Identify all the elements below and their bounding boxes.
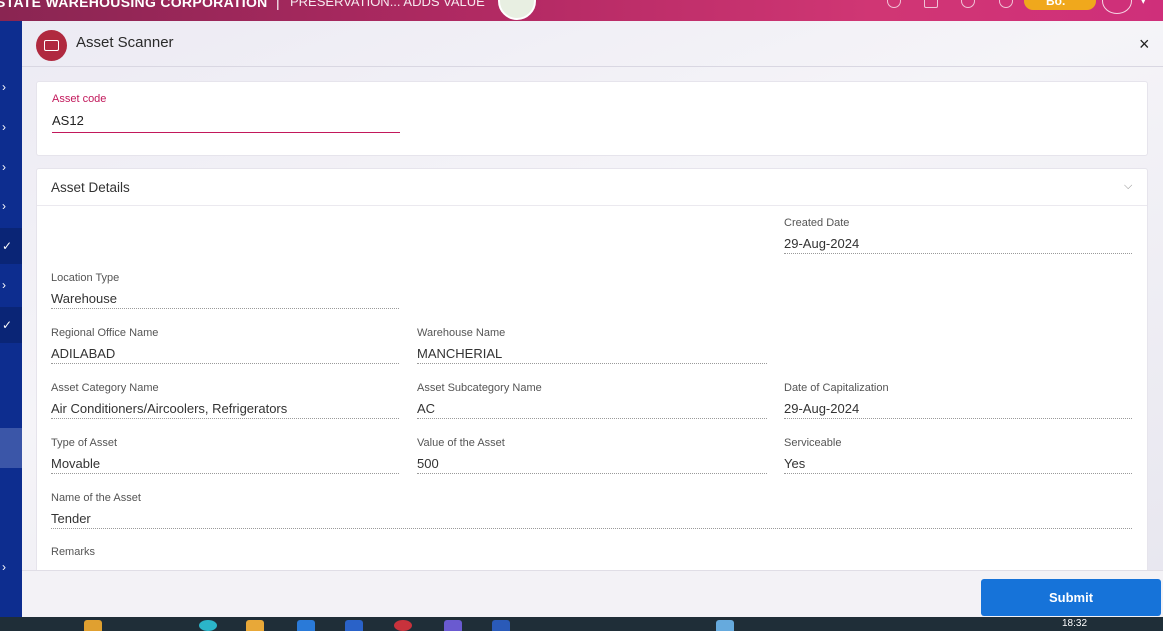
field-label: Asset Category Name: [51, 382, 159, 394]
sidebar-item-1[interactable]: ›: [0, 69, 22, 105]
asset-code-label: Asset code: [52, 93, 107, 105]
store-icon[interactable]: [345, 620, 363, 631]
briefcase-app-icon[interactable]: [84, 620, 102, 631]
chevron-right-icon: ›: [2, 278, 6, 292]
field-created-date: Created Date 29-Aug-2024: [784, 217, 1132, 254]
sidebar-item-3[interactable]: ›: [0, 149, 22, 185]
field-label: Type of Asset: [51, 437, 118, 449]
field-label: Date of Capitalization: [784, 382, 889, 394]
sidebar-item-5[interactable]: ✓: [0, 228, 22, 264]
sidebar-item-7[interactable]: ✓: [0, 307, 22, 343]
field-name-of-asset: Name of the Asset Tender: [51, 492, 1132, 529]
submit-button[interactable]: Submit: [981, 579, 1161, 616]
file-explorer-icon[interactable]: [246, 620, 264, 631]
wallet-badge[interactable]: Bo.: [1024, 0, 1096, 10]
chevron-right-icon: ›: [2, 80, 6, 94]
asset-code-input[interactable]: [52, 109, 400, 133]
modal-footer: Submit: [22, 570, 1163, 617]
field-label: Name of the Asset: [51, 492, 141, 504]
asset-details-panel: Asset Details ⌵ Created Date 29-Aug-2024…: [36, 168, 1148, 578]
field-value: Tender: [51, 510, 1132, 529]
sidebar-item-selected[interactable]: [0, 428, 22, 468]
user-avatar-icon[interactable]: [1102, 0, 1132, 14]
chevron-right-icon: ›: [2, 120, 6, 134]
field-warehouse-name: Warehouse Name MANCHERIAL: [417, 327, 767, 364]
asset-code-card: Asset code: [36, 81, 1148, 156]
check-icon: ✓: [2, 239, 13, 253]
field-label: Serviceable: [784, 437, 842, 449]
chevron-down-icon[interactable]: ⌵: [1124, 180, 1132, 193]
outlook-icon[interactable]: [297, 620, 315, 631]
clipboard-icon[interactable]: [924, 0, 938, 8]
field-type-of-asset: Type of Asset Movable: [51, 437, 399, 474]
field-value: ADILABAD: [51, 345, 399, 364]
field-label: Value of the Asset: [417, 437, 505, 449]
field-label: Warehouse Name: [417, 327, 506, 339]
field-value: AC: [417, 400, 767, 419]
system-clock: 18:32: [1062, 618, 1088, 629]
check-icon: ✓: [2, 318, 13, 332]
edge-browser-icon[interactable]: [199, 620, 217, 631]
asset-details-title: Asset Details: [51, 180, 130, 195]
field-label: Created Date: [784, 217, 850, 229]
word-icon[interactable]: [492, 620, 510, 631]
field-label: Regional Office Name: [51, 327, 159, 339]
field-asset-subcategory: Asset Subcategory Name AC: [417, 382, 767, 419]
chevron-right-icon: ›: [2, 560, 6, 574]
field-value: 29-Aug-2024: [784, 235, 1132, 254]
field-label: Asset Subcategory Name: [417, 382, 542, 394]
field-date-of-capitalization: Date of Capitalization 29-Aug-2024: [784, 382, 1132, 419]
header-separator: |: [276, 0, 280, 10]
asset-details-header[interactable]: Asset Details ⌵: [37, 169, 1147, 206]
field-value: MANCHERIAL: [417, 345, 767, 364]
field-value: Yes: [784, 455, 1132, 474]
field-label: Remarks: [51, 546, 96, 558]
asset-scanner-modal: Asset Scanner × Asset code Asset Details…: [22, 21, 1163, 617]
teams-icon[interactable]: [444, 620, 462, 631]
help-icon[interactable]: [961, 0, 975, 8]
field-value: Warehouse: [51, 290, 399, 309]
field-remarks: Remarks: [51, 546, 1132, 560]
scanner-icon: [36, 30, 67, 61]
app-header: STATE WAREHOUSING CORPORATION | PRESERVA…: [0, 0, 1163, 21]
modal-header: Asset Scanner ×: [22, 21, 1163, 67]
field-value: Movable: [51, 455, 399, 474]
field-serviceable: Serviceable Yes: [784, 437, 1132, 474]
chevron-right-icon: ›: [2, 199, 6, 213]
field-asset-category: Asset Category Name Air Conditioners/Air…: [51, 382, 399, 419]
settings-icon[interactable]: [887, 0, 901, 8]
sidebar-item-8[interactable]: ›: [0, 549, 22, 585]
field-label: Location Type: [51, 272, 120, 284]
sidebar-item-4[interactable]: ›: [0, 188, 22, 224]
org-emblem-logo: [498, 0, 536, 20]
org-name: STATE WAREHOUSING CORPORATION: [0, 0, 268, 10]
chevron-right-icon: ›: [2, 160, 6, 174]
chrome-browser-icon[interactable]: [394, 620, 412, 631]
sidebar-item-6[interactable]: ›: [0, 267, 22, 303]
os-taskbar: 18:32: [0, 617, 1163, 631]
field-value: Air Conditioners/Aircoolers, Refrigerato…: [51, 400, 399, 419]
org-tagline: PRESERVATION... ADDS VALUE: [290, 0, 485, 9]
chevron-down-icon[interactable]: ▾: [1141, 0, 1146, 7]
field-value: 29-Aug-2024: [784, 400, 1132, 419]
wallet-badge-label: Bo.: [1046, 0, 1066, 8]
notification-app-icon[interactable]: [716, 620, 734, 631]
field-regional-office: Regional Office Name ADILABAD: [51, 327, 399, 364]
field-location-type: Location Type Warehouse: [51, 272, 399, 309]
close-icon[interactable]: ×: [1139, 35, 1150, 53]
sidebar: › › › › ✓ › ✓ ›: [0, 21, 22, 617]
modal-title: Asset Scanner: [76, 34, 174, 51]
sidebar-item-2[interactable]: ›: [0, 109, 22, 145]
field-value-of-asset: Value of the Asset 500: [417, 437, 767, 474]
field-value: 500: [417, 455, 767, 474]
info-icon[interactable]: [999, 0, 1013, 8]
